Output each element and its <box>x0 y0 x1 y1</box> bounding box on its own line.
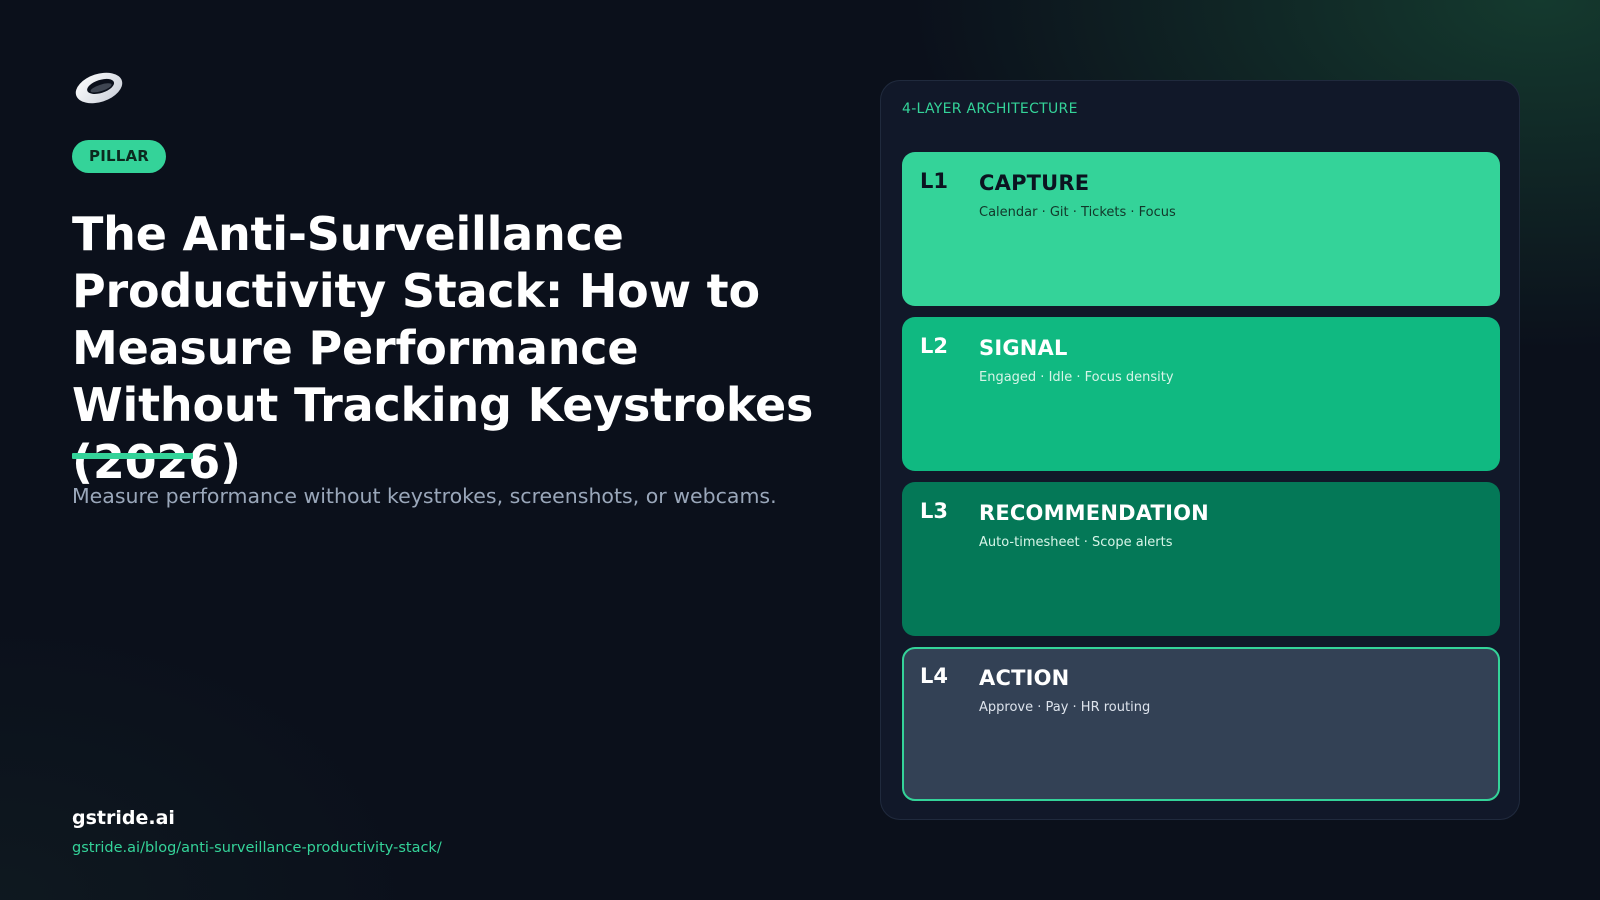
page-title: The Anti-Surveillance Productivity Stack… <box>72 207 814 489</box>
layer-card-recommendation: L3 RECOMMENDATION Auto-timesheet · Scope… <box>902 482 1500 636</box>
brand-name: gstride.ai <box>72 807 175 829</box>
layer-name: ACTION <box>979 666 1070 690</box>
layer-description: Approve · Pay · HR routing <box>979 700 1151 715</box>
layer-description: Calendar · Git · Tickets · Focus <box>979 205 1176 220</box>
layer-description: Auto-timesheet · Scope alerts <box>979 535 1173 550</box>
panel-label: 4-LAYER ARCHITECTURE <box>902 101 1078 117</box>
architecture-panel: 4-LAYER ARCHITECTURE L1 CAPTURE Calendar… <box>880 80 1520 820</box>
layer-description: Engaged · Idle · Focus density <box>979 370 1174 385</box>
layer-name: CAPTURE <box>979 171 1090 195</box>
layer-code: L4 <box>920 664 948 688</box>
layer-code: L1 <box>920 169 948 193</box>
layer-card-capture: L1 CAPTURE Calendar · Git · Tickets · Fo… <box>902 152 1500 306</box>
layer-card-signal: L2 SIGNAL Engaged · Idle · Focus density <box>902 317 1500 471</box>
layer-card-action: L4 ACTION Approve · Pay · HR routing <box>902 647 1500 801</box>
article-url-link[interactable]: gstride.ai/blog/anti-surveillance-produc… <box>72 838 442 858</box>
title-accent-divider <box>72 453 193 459</box>
layer-name: RECOMMENDATION <box>979 501 1209 525</box>
layer-code: L2 <box>920 334 948 358</box>
layer-name: SIGNAL <box>979 336 1068 360</box>
ring-logo-icon <box>72 70 126 106</box>
page-subtitle: Measure performance without keystrokes, … <box>72 484 777 508</box>
layer-code: L3 <box>920 499 948 523</box>
category-badge: PILLAR <box>72 140 167 173</box>
